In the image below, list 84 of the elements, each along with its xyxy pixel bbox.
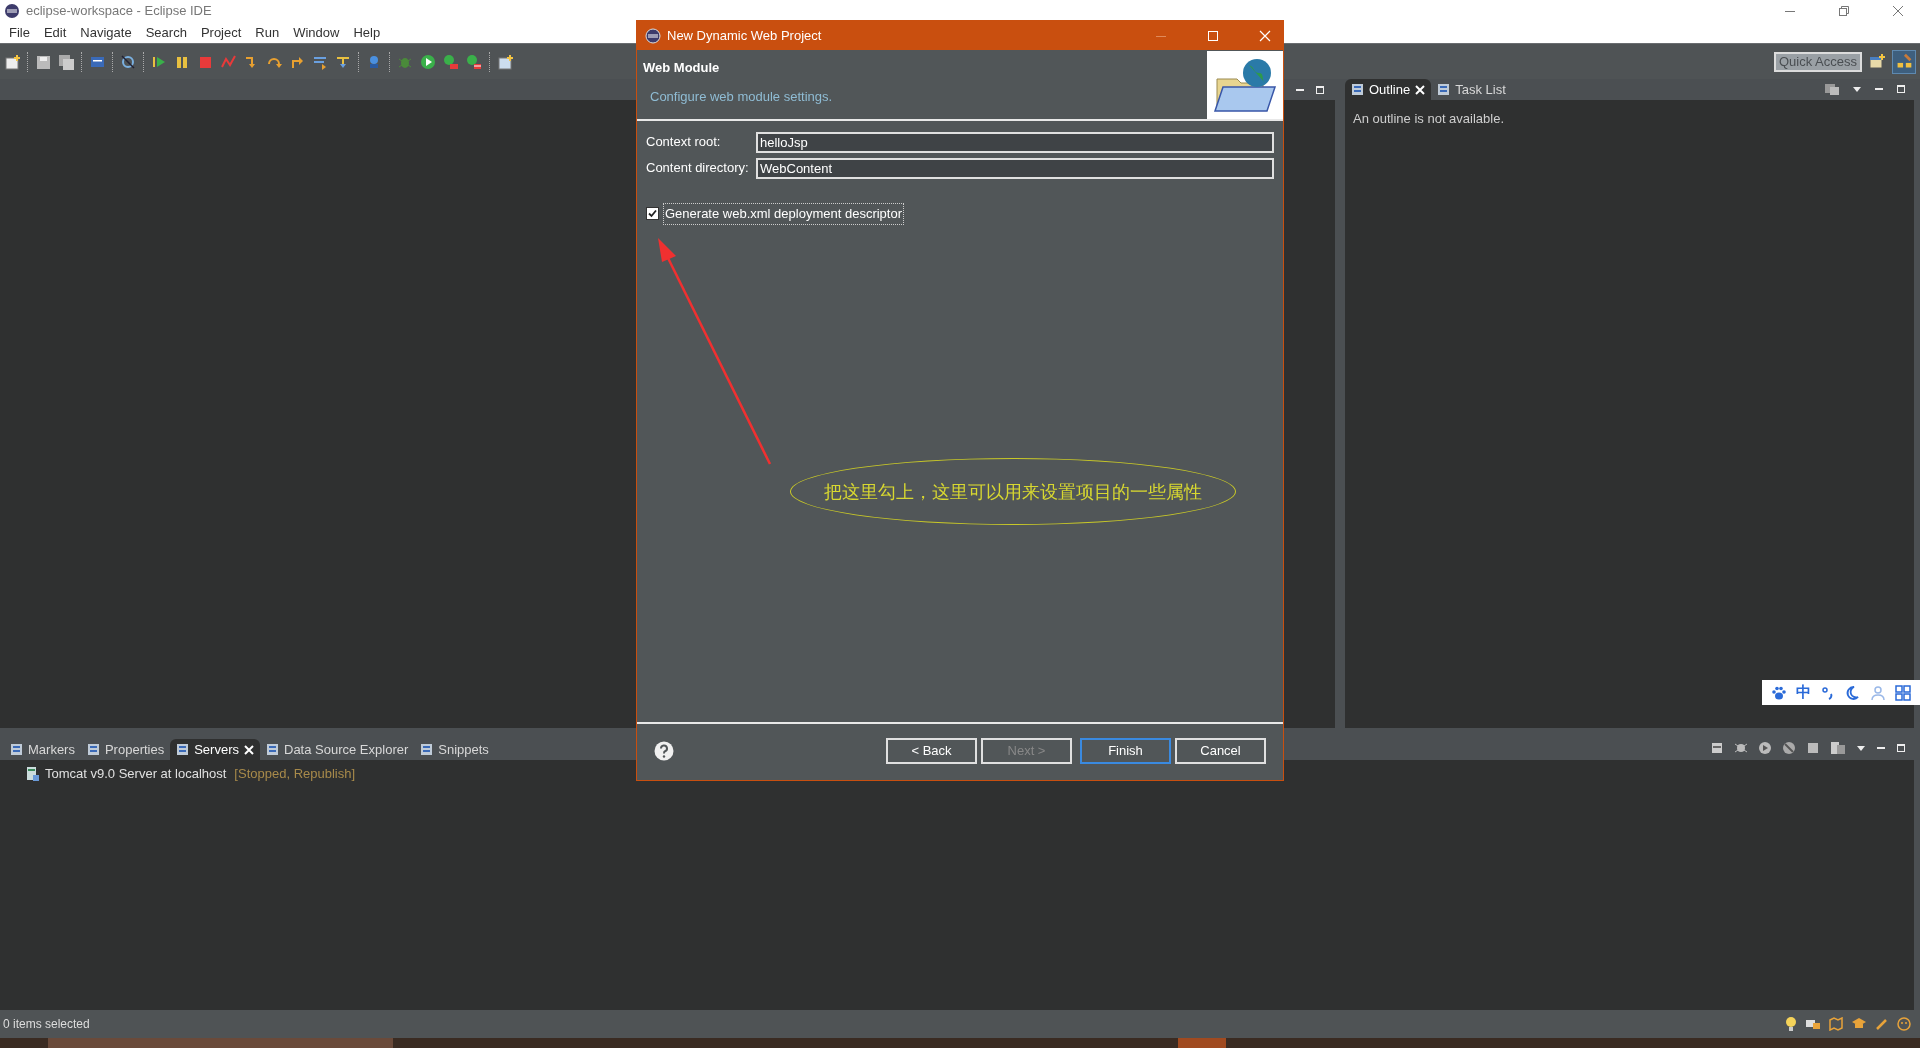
restore-icon[interactable] (1838, 5, 1850, 17)
save-icon[interactable] (35, 53, 51, 70)
open-perspective-icon[interactable] (1868, 52, 1886, 71)
external-tools-icon[interactable] (466, 53, 482, 70)
page-description: Configure web module settings. (649, 87, 834, 106)
text-field[interactable]: helloJsp (756, 131, 1274, 153)
panel-tab[interactable]: Properties (80, 739, 171, 760)
view-icon (420, 743, 434, 756)
view-icon (1437, 83, 1451, 96)
window-title: eclipse-workspace - Eclipse IDE (26, 2, 212, 21)
maximize-icon[interactable] (1315, 84, 1325, 95)
moon-icon[interactable] (1844, 684, 1861, 701)
menu-item[interactable]: Edit (36, 22, 74, 43)
tab-label: Task List (1455, 80, 1506, 99)
view-icon (176, 743, 190, 756)
tab-label: Properties (104, 740, 165, 759)
field-label: Context root: (646, 133, 722, 152)
panel-tab[interactable]: Task List (1431, 79, 1512, 100)
help-icon[interactable] (654, 741, 674, 761)
checkbox-label[interactable]: Generate web.xml deployment descriptor (663, 203, 904, 225)
menu-item[interactable]: Run (248, 22, 287, 43)
input-mode-button[interactable]: 中 (1796, 681, 1812, 704)
paw-icon[interactable] (1770, 684, 1787, 701)
dropdown-icon[interactable] (1856, 744, 1866, 752)
server-state: [Stopped, Republish] (234, 765, 356, 783)
status-text: 0 items selected (3, 1016, 90, 1033)
tab-label: Snippets (438, 740, 489, 759)
server-name[interactable]: Tomcat v9.0 Server at localhost (45, 764, 227, 784)
panel-tab[interactable]: Outline (1345, 79, 1432, 100)
view-icon (1351, 83, 1364, 96)
run-coverage-icon[interactable] (443, 53, 459, 70)
field-label: Content directory: (646, 159, 750, 178)
eclipse-logo-icon (4, 3, 20, 19)
dialog-button[interactable]: < Back (886, 738, 977, 764)
tab-label: Markers (28, 740, 75, 759)
publish-icon[interactable] (1830, 741, 1846, 755)
menu-item[interactable]: File (2, 22, 37, 43)
dropdown-icon[interactable] (1852, 85, 1862, 93)
maximize-icon[interactable] (1896, 84, 1906, 94)
network-icon[interactable] (1805, 1017, 1821, 1031)
map-icon[interactable] (1829, 1017, 1843, 1031)
smiley-icon[interactable] (1897, 1017, 1911, 1031)
outline-message: An outline is not available. (1353, 111, 1505, 126)
stop-icon[interactable] (1806, 741, 1820, 755)
dialog-button[interactable]: Finish (1080, 738, 1171, 764)
view-icon (266, 743, 279, 756)
menu-item[interactable]: Help (346, 22, 388, 43)
folder-globe-icon (1207, 51, 1283, 119)
checkbox[interactable] (646, 207, 659, 221)
tab-label: Outline (1369, 80, 1411, 99)
server-icon[interactable] (1710, 741, 1724, 755)
panel-tab[interactable]: Markers (4, 739, 81, 760)
text-field[interactable]: WebContent (756, 157, 1274, 179)
menu-item[interactable]: Navigate (73, 22, 139, 43)
filter-icon[interactable] (1824, 82, 1840, 96)
maximize-icon[interactable] (1896, 743, 1906, 753)
panel-tab[interactable]: Servers (170, 739, 260, 760)
menu-item[interactable]: Search (138, 22, 194, 43)
eclipse-logo-icon (645, 27, 661, 44)
dialog-button[interactable]: Cancel (1175, 738, 1266, 764)
dialog-title: New Dynamic Web Project (667, 26, 822, 45)
save-all-icon[interactable] (58, 53, 74, 70)
skip-breakpoints-icon[interactable] (120, 53, 136, 70)
debug-icon[interactable] (1734, 741, 1748, 755)
new-server-icon[interactable] (497, 53, 513, 70)
view-icon (86, 743, 100, 756)
lightbulb-icon[interactable] (1785, 1016, 1797, 1032)
tab-label: Servers (194, 740, 239, 759)
menu-item[interactable]: Window (286, 22, 347, 43)
view-icon (10, 743, 23, 756)
new-file-icon[interactable] (4, 53, 20, 70)
maximize-icon[interactable] (1207, 29, 1219, 42)
server-icon (26, 765, 40, 782)
run-icon[interactable] (420, 53, 436, 70)
tab-label: Data Source Explorer (284, 740, 409, 759)
perspective-icon[interactable] (1892, 49, 1916, 74)
panel-tab[interactable]: Snippets (414, 739, 495, 760)
page-heading: Web Module (643, 59, 721, 77)
start-icon[interactable] (1758, 741, 1772, 755)
panel-tab[interactable]: Data Source Explorer (260, 739, 415, 760)
punctuation-icon[interactable] (1820, 684, 1835, 701)
menu-item[interactable]: Project (193, 22, 249, 43)
grid-icon[interactable] (1895, 684, 1912, 701)
annotation-text: 把这里勾上，这里可以用来设置项目的一些属性 (824, 480, 1202, 504)
